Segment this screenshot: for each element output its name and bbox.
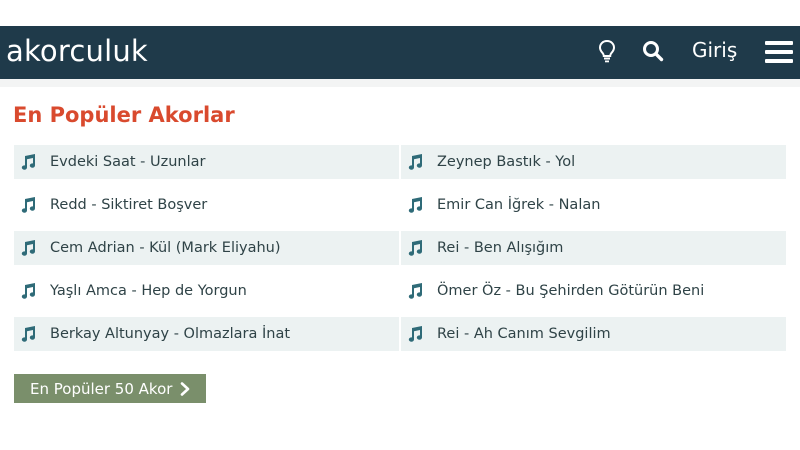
- song-link[interactable]: Redd - Siktiret Boşver: [50, 197, 207, 213]
- song-link[interactable]: Emir Can İğrek - Nalan: [437, 197, 600, 213]
- song-item[interactable]: Rei - Ah Canım Sevgilim: [401, 317, 786, 351]
- song-link[interactable]: Berkay Altunyay - Olmazlara İnat: [50, 326, 290, 342]
- music-note-icon: [21, 154, 36, 170]
- song-link[interactable]: Yaşlı Amca - Hep de Yorgun: [50, 283, 247, 299]
- song-list-left: Evdeki Saat - Uzunlar Redd - Siktiret Bo…: [14, 145, 399, 360]
- music-note-icon: [408, 283, 423, 299]
- song-list-right: Zeynep Bastık - Yol Emir Can İğrek - Nal…: [401, 145, 786, 360]
- header-shadow-bar: [0, 79, 800, 87]
- navbar: akorculuk Giriş: [0, 26, 800, 79]
- music-note-icon: [21, 197, 36, 213]
- song-link[interactable]: Ömer Öz - Bu Şehirden Götürün Beni: [437, 283, 704, 299]
- chevron-right-icon: [181, 381, 190, 396]
- song-item[interactable]: Berkay Altunyay - Olmazlara İnat: [14, 317, 399, 351]
- song-link[interactable]: Zeynep Bastık - Yol: [437, 154, 575, 170]
- brand-logo[interactable]: akorculuk: [6, 34, 148, 68]
- music-note-icon: [21, 240, 36, 256]
- song-link[interactable]: Evdeki Saat - Uzunlar: [50, 154, 206, 170]
- music-note-icon: [21, 283, 36, 299]
- lightbulb-icon[interactable]: [594, 38, 620, 64]
- song-item[interactable]: Zeynep Bastık - Yol: [401, 145, 786, 179]
- music-note-icon: [408, 197, 423, 213]
- top-strip: [0, 0, 800, 26]
- music-note-icon: [408, 326, 423, 342]
- top-50-chords-button[interactable]: En Popüler 50 Akor: [14, 374, 206, 403]
- hamburger-menu-icon[interactable]: [764, 38, 794, 66]
- song-link[interactable]: Cem Adrian - Kül (Mark Eliyahu): [50, 240, 281, 256]
- song-item[interactable]: Cem Adrian - Kül (Mark Eliyahu): [14, 231, 399, 265]
- song-item[interactable]: Yaşlı Amca - Hep de Yorgun: [14, 274, 399, 308]
- song-item[interactable]: Evdeki Saat - Uzunlar: [14, 145, 399, 179]
- music-note-icon: [408, 154, 423, 170]
- search-icon[interactable]: [640, 38, 666, 64]
- song-item[interactable]: Redd - Siktiret Boşver: [14, 188, 399, 222]
- song-link[interactable]: Rei - Ben Alışığım: [437, 240, 563, 256]
- song-item[interactable]: Emir Can İğrek - Nalan: [401, 188, 786, 222]
- song-link[interactable]: Rei - Ah Canım Sevgilim: [437, 326, 611, 342]
- login-link[interactable]: Giriş: [692, 37, 737, 63]
- music-note-icon: [21, 326, 36, 342]
- top-50-chords-label: En Popüler 50 Akor: [30, 379, 173, 398]
- song-item[interactable]: Rei - Ben Alışığım: [401, 231, 786, 265]
- section-title: En Popüler Akorlar: [13, 103, 235, 127]
- song-item[interactable]: Ömer Öz - Bu Şehirden Götürün Beni: [401, 274, 786, 308]
- music-note-icon: [408, 240, 423, 256]
